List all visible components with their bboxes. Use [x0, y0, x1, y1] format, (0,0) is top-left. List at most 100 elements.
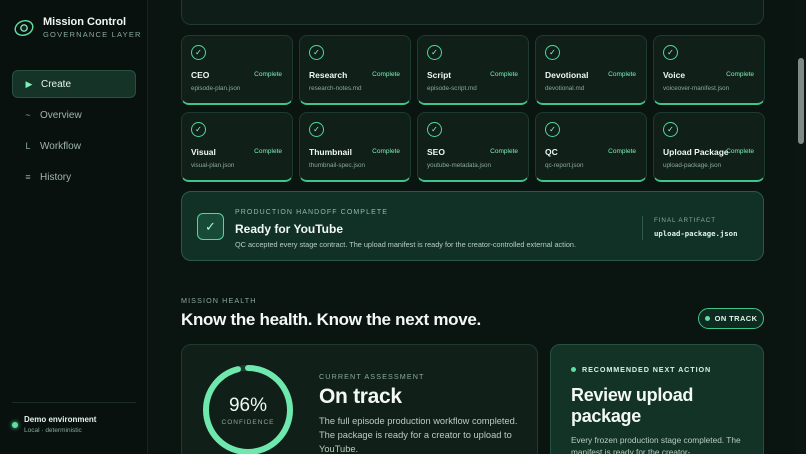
stage-card-voice[interactable]: ✓ Voice Complete voiceover-manifest.json — [653, 35, 765, 105]
stage-file: visual-plan.json — [191, 162, 235, 169]
stage-file: upload-package.json — [663, 162, 722, 169]
branch-icon: L — [25, 141, 31, 151]
stage-card-upload-package[interactable]: ✓ Upload Package Complete upload-package… — [653, 112, 765, 182]
next-action-label-text: RECOMMENDED NEXT ACTION — [582, 365, 712, 374]
stage-status: Complete — [372, 71, 400, 78]
next-action-card[interactable]: RECOMMENDED NEXT ACTION Review upload pa… — [550, 344, 764, 454]
next-action-label: RECOMMENDED NEXT ACTION — [571, 365, 711, 374]
confidence-caption: CONFIDENCE — [221, 419, 275, 426]
logo-icon — [14, 20, 34, 36]
status-dot-icon — [12, 422, 18, 428]
artifact-label: FINAL ARTIFACT — [654, 217, 716, 224]
handoff-banner: ✓ PRODUCTION HANDOFF COMPLETE Ready for … — [181, 191, 764, 261]
environment-title: Demo environment — [24, 415, 97, 424]
scrollbar-thumb[interactable] — [798, 58, 804, 144]
stage-name: Voice — [663, 70, 686, 80]
sidebar-item-workflow[interactable]: L Workflow — [12, 132, 136, 160]
artifact-link[interactable]: upload-package.json — [654, 229, 737, 238]
environment-indicator: Demo environment Local · deterministic — [12, 414, 96, 436]
stage-status: Complete — [490, 71, 518, 78]
stage-file: thumbnail-spec.json — [309, 162, 366, 169]
stage-name: Research — [309, 70, 348, 80]
check-icon: ✓ — [309, 45, 324, 60]
stage-card-script[interactable]: ✓ Script Complete episode-script.md — [417, 35, 529, 105]
stage-file: devotional.md — [545, 85, 585, 92]
stage-status: Complete — [726, 71, 754, 78]
check-icon: ✓ — [545, 122, 560, 137]
confidence-value: 96% — [228, 395, 268, 416]
check-icon: ✓ — [191, 45, 206, 60]
stage-file: episode-script.md — [427, 85, 477, 92]
check-icon: ✓ — [197, 213, 224, 240]
check-icon: ✓ — [427, 45, 442, 60]
check-icon: ✓ — [191, 122, 206, 137]
status-dot-icon — [571, 367, 576, 372]
next-action-title: Review upload package — [571, 385, 694, 426]
stage-card-seo[interactable]: ✓ SEO Complete youtube-metadata.json — [417, 112, 529, 182]
sidebar-divider — [12, 402, 136, 403]
handoff-description: QC accepted every stage contract. The up… — [235, 240, 576, 249]
sidebar-item-create[interactable]: ▶ Create — [12, 70, 136, 98]
assessment-description: The full episode production workflow com… — [319, 416, 518, 454]
section-label: MISSION HEALTH — [181, 296, 257, 305]
stage-file: episode-plan.json — [191, 85, 241, 92]
stage-name: SEO — [427, 147, 445, 157]
check-icon: ✓ — [663, 45, 678, 60]
stage-file: youtube-metadata.json — [427, 162, 492, 169]
stage-file: research-notes.md — [309, 85, 362, 92]
stage-card-visual[interactable]: ✓ Visual Complete visual-plan.json — [181, 112, 293, 182]
stage-name: Visual — [191, 147, 216, 157]
section-title: Know the health. Know the next move. — [181, 310, 481, 329]
sidebar-item-label: Create — [41, 78, 72, 90]
sidebar-item-label: Workflow — [40, 140, 81, 152]
environment-subtitle: Local · deterministic — [24, 427, 82, 434]
stage-status: Complete — [254, 148, 282, 155]
stage-card-ceo[interactable]: ✓ CEO Complete episode-plan.json — [181, 35, 293, 105]
stage-card-thumbnail[interactable]: ✓ Thumbnail Complete thumbnail-spec.json — [299, 112, 411, 182]
stage-status: Complete — [608, 71, 636, 78]
stage-status: Complete — [608, 148, 636, 155]
handoff-title: Ready for YouTube — [235, 222, 344, 236]
check-icon: ✓ — [427, 122, 442, 137]
stage-card-devotional[interactable]: ✓ Devotional Complete devotional.md — [535, 35, 647, 105]
stage-name: CEO — [191, 70, 210, 80]
sidebar-item-label: Overview — [40, 109, 82, 121]
assessment-card: 96% CONFIDENCE CURRENT ASSESSMENT On tra… — [181, 344, 538, 454]
stage-file: voiceover-manifest.json — [663, 85, 730, 92]
check-icon: ✓ — [545, 45, 560, 60]
stage-file: qc-report.json — [545, 162, 584, 169]
status-badge: ON TRACK — [698, 308, 764, 329]
list-icon: ≡ — [25, 172, 31, 182]
sidebar-item-history[interactable]: ≡ History — [12, 163, 136, 191]
stage-name: Thumbnail — [309, 147, 352, 157]
stage-card-research[interactable]: ✓ Research Complete research-notes.md — [299, 35, 411, 105]
brand[interactable]: Mission Control GOVERNANCE LAYER — [14, 16, 142, 40]
wave-icon: ~ — [25, 110, 31, 120]
stage-name: Devotional — [545, 70, 589, 80]
stage-card-qc[interactable]: ✓ QC Complete qc-report.json — [535, 112, 647, 182]
sidebar-item-label: History — [40, 171, 72, 183]
sidebar-item-overview[interactable]: ~ Overview — [12, 101, 136, 129]
handoff-divider — [642, 216, 643, 240]
stage-name: QC — [545, 147, 558, 157]
stage-status: Complete — [254, 71, 282, 78]
brand-subtitle: GOVERNANCE LAYER — [43, 30, 142, 39]
next-action-description: Every frozen production stage completed.… — [571, 435, 741, 454]
assessment-title: On track — [319, 385, 402, 408]
handoff-label: PRODUCTION HANDOFF COMPLETE — [235, 209, 388, 216]
check-icon: ✓ — [663, 122, 678, 137]
check-icon: ✓ — [309, 122, 324, 137]
top-card — [181, 0, 764, 25]
stage-name: Script — [427, 70, 452, 80]
sidebar: Mission Control GOVERNANCE LAYER ▶ Creat… — [0, 0, 148, 454]
stage-status: Complete — [490, 148, 518, 155]
status-dot-icon — [704, 316, 710, 321]
stage-status: Complete — [726, 148, 754, 155]
assessment-label: CURRENT ASSESSMENT — [319, 372, 425, 381]
stage-status: Complete — [372, 148, 400, 155]
play-icon: ▶ — [25, 78, 33, 89]
sidebar-nav: ▶ Create ~ Overview L Workflow ≡ History — [12, 70, 136, 194]
status-badge-label: ON TRACK — [714, 314, 758, 323]
stage-name: Upload Package — [663, 147, 729, 157]
brand-title: Mission Control — [43, 16, 127, 28]
